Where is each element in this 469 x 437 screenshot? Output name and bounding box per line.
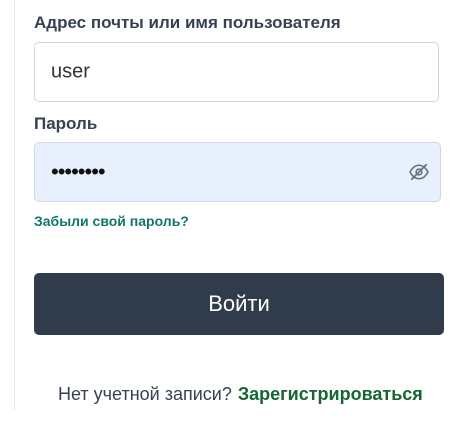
- forgot-password-link[interactable]: Забыли свой пароль?: [34, 213, 189, 229]
- left-divider: [14, 0, 15, 410]
- eye-slash-icon[interactable]: [408, 163, 430, 181]
- login-page: Адрес почты или имя пользователя user Па…: [0, 0, 469, 437]
- username-value: user: [51, 60, 90, 83]
- login-button[interactable]: Войти: [34, 273, 444, 335]
- signup-prompt: Нет учетной записи?: [58, 384, 232, 404]
- password-input[interactable]: ••••••••: [34, 142, 441, 202]
- username-label: Адрес почты или имя пользователя: [34, 13, 341, 32]
- signup-row: Нет учетной записи? Зарегистрироваться: [58, 384, 423, 405]
- signup-link[interactable]: Зарегистрироваться: [238, 384, 423, 404]
- password-value: ••••••••: [51, 159, 106, 184]
- password-label: Пароль: [34, 114, 98, 133]
- username-input[interactable]: user: [34, 42, 439, 102]
